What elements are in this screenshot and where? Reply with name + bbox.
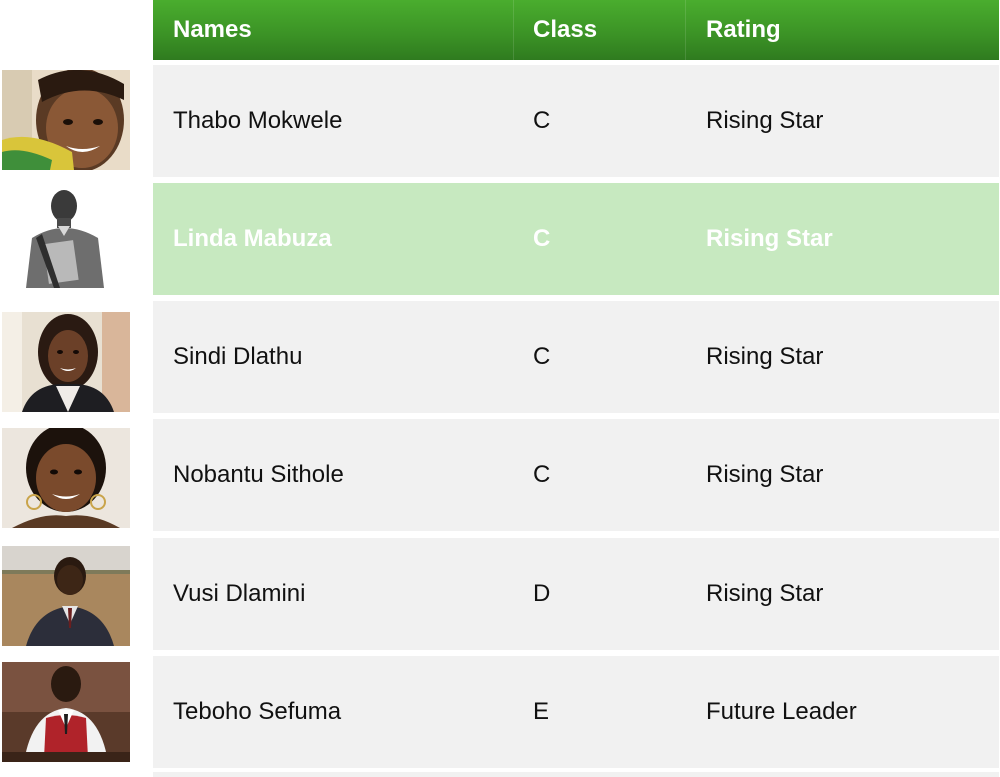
table-row[interactable]: Thabo Mokwele C Rising Star xyxy=(153,65,999,177)
column-header-rating[interactable]: Rating xyxy=(706,0,781,60)
table-row[interactable]: Teboho Sefuma E Future Leader xyxy=(153,656,999,768)
table-row[interactable]: Sindi Dlathu C Rising Star xyxy=(153,301,999,413)
student-name: Teboho Sefuma xyxy=(173,698,342,725)
student-class: E xyxy=(533,698,550,725)
student-name: Nobantu Sithole xyxy=(173,461,344,488)
student-class: C xyxy=(533,107,551,134)
portrait-photo-girl-with-earrings xyxy=(2,428,130,528)
table-row-selected[interactable]: Linda Mabuza C Rising Star xyxy=(153,183,999,295)
table-header: Names Class Rating xyxy=(153,0,999,60)
portrait-photo-boy-with-folder xyxy=(2,188,130,288)
student-name: Linda Mabuza xyxy=(173,225,332,252)
student-rating: Rising Star xyxy=(706,225,833,252)
portrait-photo-boy-in-field xyxy=(2,546,130,646)
student-rating: Rising Star xyxy=(706,461,824,488)
column-header-names[interactable]: Names xyxy=(173,0,252,60)
student-rating: Future Leader xyxy=(706,698,857,725)
student-class: C xyxy=(533,461,551,488)
student-rating: Rising Star xyxy=(706,107,824,134)
column-divider xyxy=(685,0,686,60)
column-header-class[interactable]: Class xyxy=(533,0,597,60)
portrait-photo-boy-in-red-sweater xyxy=(2,662,130,762)
portrait-photo-young-woman xyxy=(2,312,130,412)
table-row-partial xyxy=(153,772,999,777)
portrait-photo-girl-smiling xyxy=(2,70,130,170)
student-name: Vusi Dlamini xyxy=(173,580,306,607)
student-class: D xyxy=(533,580,551,607)
student-class: C xyxy=(533,343,551,370)
student-name: Thabo Mokwele xyxy=(173,107,343,134)
student-rating: Rising Star xyxy=(706,580,824,607)
student-rating: Rising Star xyxy=(706,343,824,370)
student-class: C xyxy=(533,225,551,252)
table-row[interactable]: Vusi Dlamini D Rising Star xyxy=(153,538,999,650)
column-divider xyxy=(513,0,514,60)
student-name: Sindi Dlathu xyxy=(173,343,303,370)
table-row[interactable]: Nobantu Sithole C Rising Star xyxy=(153,419,999,531)
